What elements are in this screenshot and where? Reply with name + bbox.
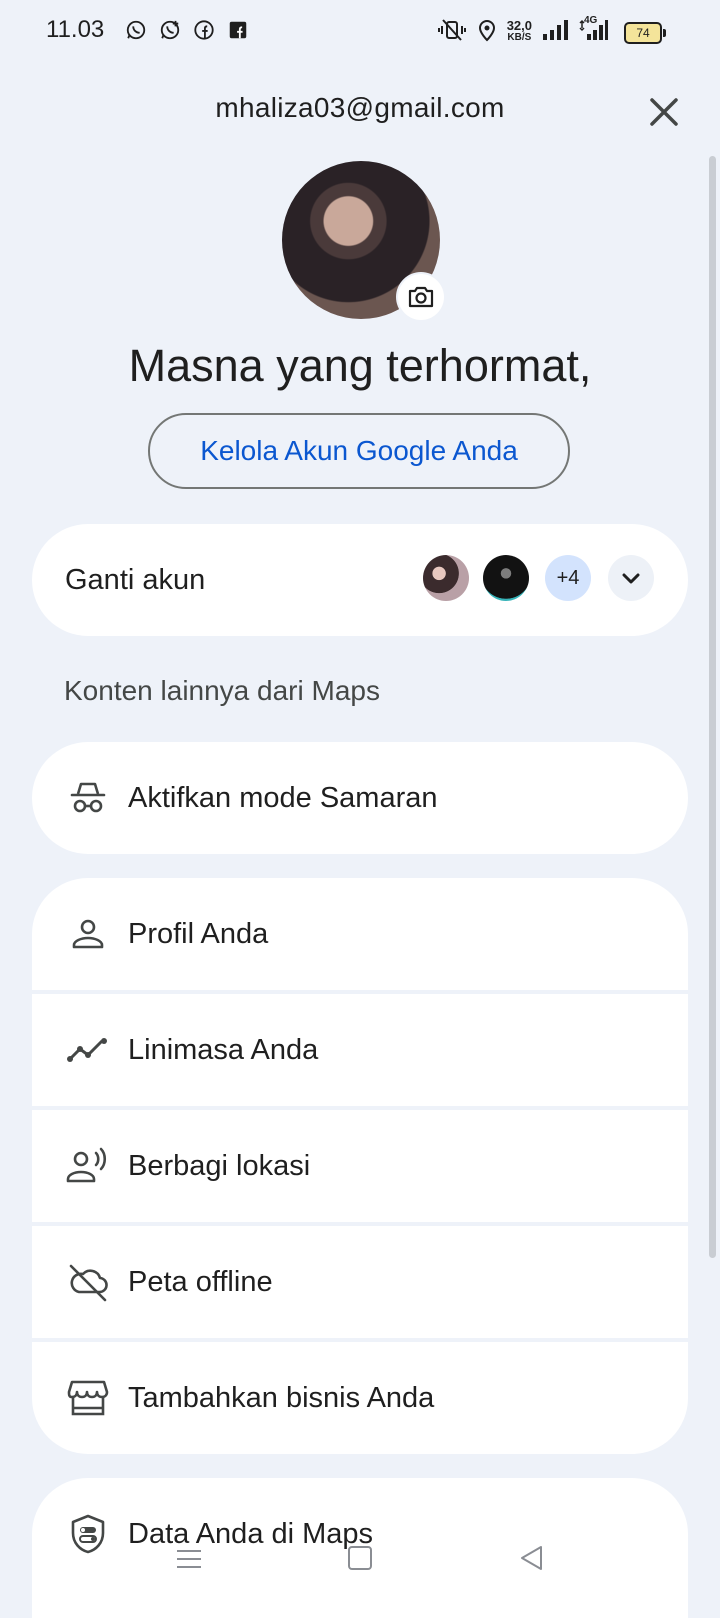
status-indicators: 32,0 KB/S 4G <box>437 15 608 48</box>
close-button[interactable] <box>644 92 684 132</box>
network-type: 4G <box>584 14 598 26</box>
greeting-text: Masna yang terhormat, <box>128 340 592 391</box>
speed-value: 32,0 <box>506 18 532 33</box>
whatsapp-icon <box>124 18 148 42</box>
offline-maps-icon <box>66 1260 110 1304</box>
incognito-card: Aktifkan mode Samaran <box>32 742 688 854</box>
manage-account-button[interactable]: Kelola Akun Google Anda <box>148 413 570 489</box>
facebook-icon <box>192 18 216 42</box>
whatsapp-business-icon <box>158 18 182 42</box>
speed-unit: KB/S <box>507 32 532 43</box>
location-icon <box>477 18 497 47</box>
storefront-icon <box>66 1376 110 1420</box>
status-bar: 11.03 32,0 KB/S 4G 74 <box>0 0 720 64</box>
expand-accounts-button[interactable] <box>608 555 654 601</box>
location-sharing-icon <box>66 1144 110 1188</box>
menu-item-offline-maps[interactable]: Peta offline <box>32 1226 688 1338</box>
signal-4g-icon: 4G <box>578 15 608 46</box>
switch-account-card[interactable]: Ganti akun +4 <box>32 524 688 636</box>
section-title: Konten lainnya dari Maps <box>64 675 380 706</box>
recent-apps-button[interactable] <box>173 1542 205 1574</box>
menu-item-location-sharing[interactable]: Berbagi lokasi <box>32 1110 688 1222</box>
network-speed: 32,0 KB/S <box>506 18 532 44</box>
incognito-icon <box>66 776 110 820</box>
menu-item-label: Linimasa Anda <box>128 1033 319 1066</box>
vibrate-icon <box>437 18 467 47</box>
menu-icon <box>177 1550 201 1568</box>
menu-item-label: Profil Anda <box>128 917 269 950</box>
menu-item-label: Tambahkan bisnis Anda <box>128 1381 435 1414</box>
scrollbar[interactable] <box>709 156 716 1258</box>
account-email: mhaliza03@gmail.com <box>215 92 505 123</box>
camera-icon <box>408 286 434 308</box>
navigation-bar <box>0 1534 720 1582</box>
home-square-icon <box>348 1546 372 1570</box>
facebook-square-icon <box>226 18 250 42</box>
notification-icons <box>124 18 250 42</box>
menu-item-timeline[interactable]: Linimasa Anda <box>32 994 688 1106</box>
home-button[interactable] <box>344 1542 376 1574</box>
incognito-mode-item[interactable]: Aktifkan mode Samaran <box>32 742 688 854</box>
close-icon <box>650 98 678 126</box>
more-accounts-badge[interactable]: +4 <box>545 555 591 601</box>
status-time: 11.03 <box>46 16 105 43</box>
battery-indicator: 74 <box>624 22 666 44</box>
menu-item-label: Berbagi lokasi <box>128 1149 311 1182</box>
chevron-down-icon <box>622 573 640 584</box>
menu-item-add-business[interactable]: Tambahkan bisnis Anda <box>32 1342 688 1454</box>
back-triangle-icon <box>521 1546 542 1570</box>
account-avatar[interactable] <box>483 555 529 601</box>
timeline-icon <box>66 1028 110 1072</box>
signal-icon <box>542 19 568 46</box>
change-photo-button[interactable] <box>398 274 444 320</box>
person-icon <box>66 912 110 956</box>
switch-account-label: Ganti akun <box>65 564 206 596</box>
back-button[interactable] <box>516 1542 548 1574</box>
menu-item-label: Peta offline <box>128 1265 273 1298</box>
menu-item-profile[interactable]: Profil Anda <box>32 878 688 990</box>
menu-group: Profil Anda Linimasa Anda Berbagi lokasi… <box>32 878 688 1454</box>
incognito-label: Aktifkan mode Samaran <box>128 781 438 814</box>
account-avatar[interactable] <box>423 555 469 601</box>
